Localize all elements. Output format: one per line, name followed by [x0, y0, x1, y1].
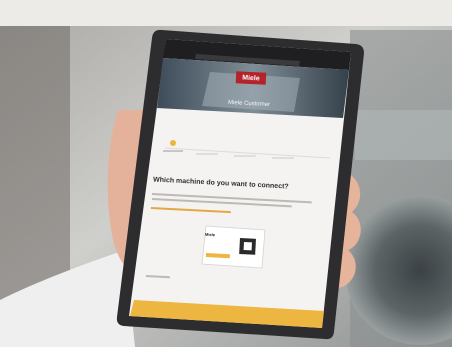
- question-heading: Which machine do you want to connect?: [152, 176, 289, 191]
- hero-title: Miele Customer: [227, 99, 271, 109]
- brand-logo: Miele: [235, 71, 267, 85]
- card-brand: Miele: [204, 231, 216, 238]
- tablet-screen-content: Miele Miele Customer Which machine do yo…: [0, 0, 452, 347]
